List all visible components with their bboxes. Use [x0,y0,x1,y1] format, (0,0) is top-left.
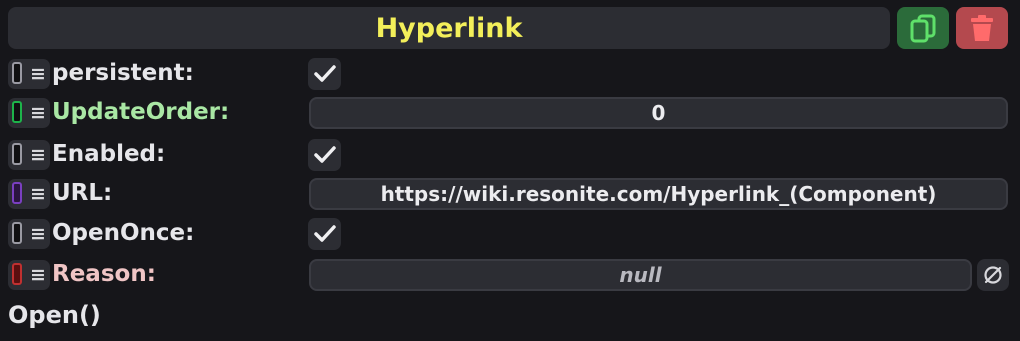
field-row-reason: ≡ Reason: null [0,257,1020,293]
field-drag-handle[interactable]: ≡ [8,179,50,209]
component-title: Hyperlink [375,12,523,44]
check-icon [313,225,336,242]
inspector-panel: Hyperlink ≡ persistent: ≡ UpdateOrder: 0… [0,0,1020,341]
menu-icon[interactable]: ≡ [30,102,46,124]
field-drag-handle[interactable]: ≡ [8,59,50,89]
set-null-button[interactable] [977,259,1009,291]
field-label: URL: [52,180,113,206]
field-label: UpdateOrder: [52,99,230,125]
url-input[interactable]: https://wiki.resonite.com/Hyperlink_(Com… [309,178,1008,210]
type-color-indicator [12,222,22,244]
enabled-checkbox[interactable] [308,139,341,171]
type-color-indicator [12,62,22,84]
field-drag-handle[interactable]: ≡ [8,140,50,170]
field-drag-handle[interactable]: ≡ [8,219,50,249]
field-drag-handle[interactable]: ≡ [8,260,50,290]
delete-component-button[interactable] [956,7,1008,49]
field-row-openonce: ≡ OpenOnce: [0,216,1020,252]
component-header[interactable]: Hyperlink [8,7,890,49]
check-icon [313,65,336,82]
menu-icon[interactable]: ≡ [30,264,46,286]
menu-icon[interactable]: ≡ [30,223,46,245]
type-color-indicator [12,101,22,123]
persistent-checkbox[interactable] [308,58,341,90]
reason-input[interactable]: null [309,259,972,291]
trash-icon [971,15,993,41]
field-row-updateorder: ≡ UpdateOrder: 0 [0,95,1020,131]
menu-icon[interactable]: ≡ [30,63,46,85]
menu-icon[interactable]: ≡ [30,144,46,166]
duplicate-component-button[interactable] [897,7,949,49]
field-label: Reason: [52,261,156,287]
type-color-indicator [12,182,22,204]
menu-icon[interactable]: ≡ [30,183,46,205]
type-color-indicator [12,143,22,165]
field-label: persistent: [52,60,194,86]
field-label: OpenOnce: [52,220,195,246]
field-drag-handle[interactable]: ≡ [8,98,50,128]
openonce-checkbox[interactable] [308,218,341,250]
method-open-button[interactable]: Open() [8,298,101,332]
null-clear-icon [984,266,1002,284]
field-row-persistent: ≡ persistent: [0,56,1020,92]
updateorder-input[interactable]: 0 [309,97,1008,129]
field-row-enabled: ≡ Enabled: [0,137,1020,173]
field-label: Enabled: [52,141,166,167]
field-row-url: ≡ URL: https://wiki.resonite.com/Hyperli… [0,176,1020,212]
check-icon [313,146,336,163]
type-color-indicator [12,263,22,285]
copy-icon [910,14,936,43]
